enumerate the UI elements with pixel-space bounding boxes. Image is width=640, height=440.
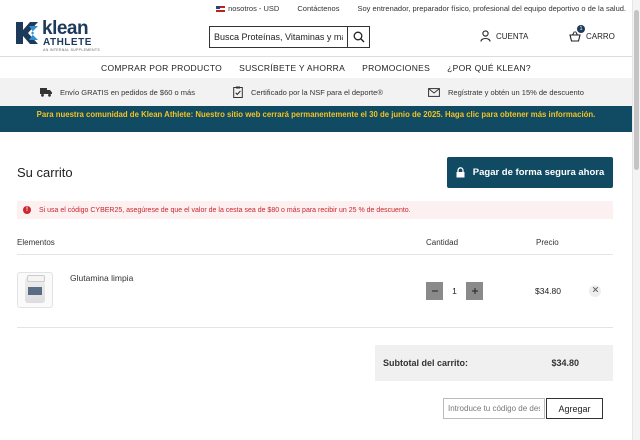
perk-nsf-certified: Certificado por la NSF para el deporte® [233, 86, 383, 98]
search-button[interactable] [347, 27, 369, 47]
logo-word-athlete: ATHLETE [43, 37, 92, 48]
perks-bar: Envío GRATIS en pedidos de $60 o más Cer… [0, 78, 632, 106]
professional-link[interactable]: Soy entrenador, preparador físico, profe… [357, 4, 626, 13]
perk-signup-discount: Regístrate y obtén un 15% de descuento [428, 88, 584, 97]
clipboard-check-icon [233, 86, 243, 98]
search-icon [353, 31, 364, 43]
brand-logo[interactable]: klean ATHLETE AN INTERNAL SUPPLEMENTS [16, 18, 100, 52]
main-nav: COMPRAR POR PRODUCTO SUSCRÍBETE Y AHORRA… [0, 56, 632, 78]
perk-free-shipping: Envío GRATIS en pedidos de $60 o más [40, 87, 195, 97]
closing-announcement-banner[interactable]: Para nuestra comunidad de Klean Athlete:… [0, 106, 632, 132]
subtotal-label: Subtotal del carrito: [383, 358, 469, 368]
discount-alert: ! Si usa el código CYBER25, asegúrese de… [17, 201, 613, 219]
subtotal-value: $34.80 [551, 358, 579, 368]
contact-link[interactable]: Contáctenos [297, 4, 339, 13]
account-link[interactable]: CUENTA [480, 30, 528, 42]
us-flag-icon [216, 5, 226, 12]
alert-icon: ! [23, 206, 31, 214]
close-icon [592, 286, 598, 293]
cart-label: CARRO [586, 31, 615, 41]
product-image[interactable] [17, 272, 53, 308]
nav-item-shop-by-product[interactable]: COMPRAR POR PRODUCTO [101, 63, 222, 73]
page-scrollbar[interactable] [632, 0, 640, 440]
minus-icon [431, 290, 438, 292]
decrease-quantity-button[interactable] [426, 282, 443, 300]
nav-item-why-klean[interactable]: ¿POR QUÉ KLEAN? [447, 63, 531, 73]
product-jar-graphic [25, 275, 45, 303]
scrollbar-thumb[interactable] [634, 10, 639, 170]
alert-text: Si usa el código CYBER25, asegúrese de q… [39, 206, 411, 214]
nav-item-subscribe[interactable]: SUSCRÍBETE Y AHORRA [239, 63, 345, 73]
divider [17, 254, 613, 255]
cart-icon-wrap: 1 [569, 25, 585, 42]
truck-icon [40, 88, 52, 97]
lock-icon [456, 167, 465, 178]
column-header-quantity: Cantidad [426, 238, 459, 247]
account-label: CUENTA [496, 31, 529, 41]
mail-icon [428, 87, 440, 97]
user-icon [480, 30, 491, 42]
product-name[interactable]: Glutamina limpia [70, 273, 133, 283]
cart-link[interactable]: 1 CARRO [569, 25, 615, 42]
plus-icon [471, 288, 478, 294]
page-title: Su carrito [17, 165, 73, 180]
column-header-price: Precio [536, 238, 559, 247]
apply-discount-button[interactable]: Agregar [546, 398, 603, 419]
cart-subtotal: Subtotal del carrito: $34.80 [375, 345, 613, 381]
discount-code-input[interactable] [443, 398, 545, 419]
site-header: klean ATHLETE AN INTERNAL SUPPLEMENTS CU… [0, 16, 640, 56]
remove-item-button[interactable] [589, 285, 601, 297]
region-selector[interactable]: nosotros - USD [216, 4, 279, 13]
column-header-items: Elementos [17, 238, 55, 247]
nav-item-promotions[interactable]: PROMOCIONES [362, 63, 430, 73]
item-price: $34.80 [535, 286, 561, 296]
logo-tagline: AN INTERNAL SUPPLEMENTS [43, 48, 100, 52]
search-box [209, 26, 370, 48]
divider [17, 327, 613, 328]
increase-quantity-button[interactable] [466, 282, 483, 300]
secure-checkout-button[interactable]: Pagar de forma segura ahora [447, 157, 613, 188]
cart-count-badge: 1 [577, 25, 585, 33]
klean-logo-icon [16, 22, 38, 44]
quantity-stepper: 1 [426, 282, 483, 300]
search-input[interactable] [210, 27, 347, 47]
utility-bar: nosotros - USD Contáctenos Soy entrenado… [0, 0, 640, 16]
quantity-value[interactable]: 1 [443, 286, 466, 296]
